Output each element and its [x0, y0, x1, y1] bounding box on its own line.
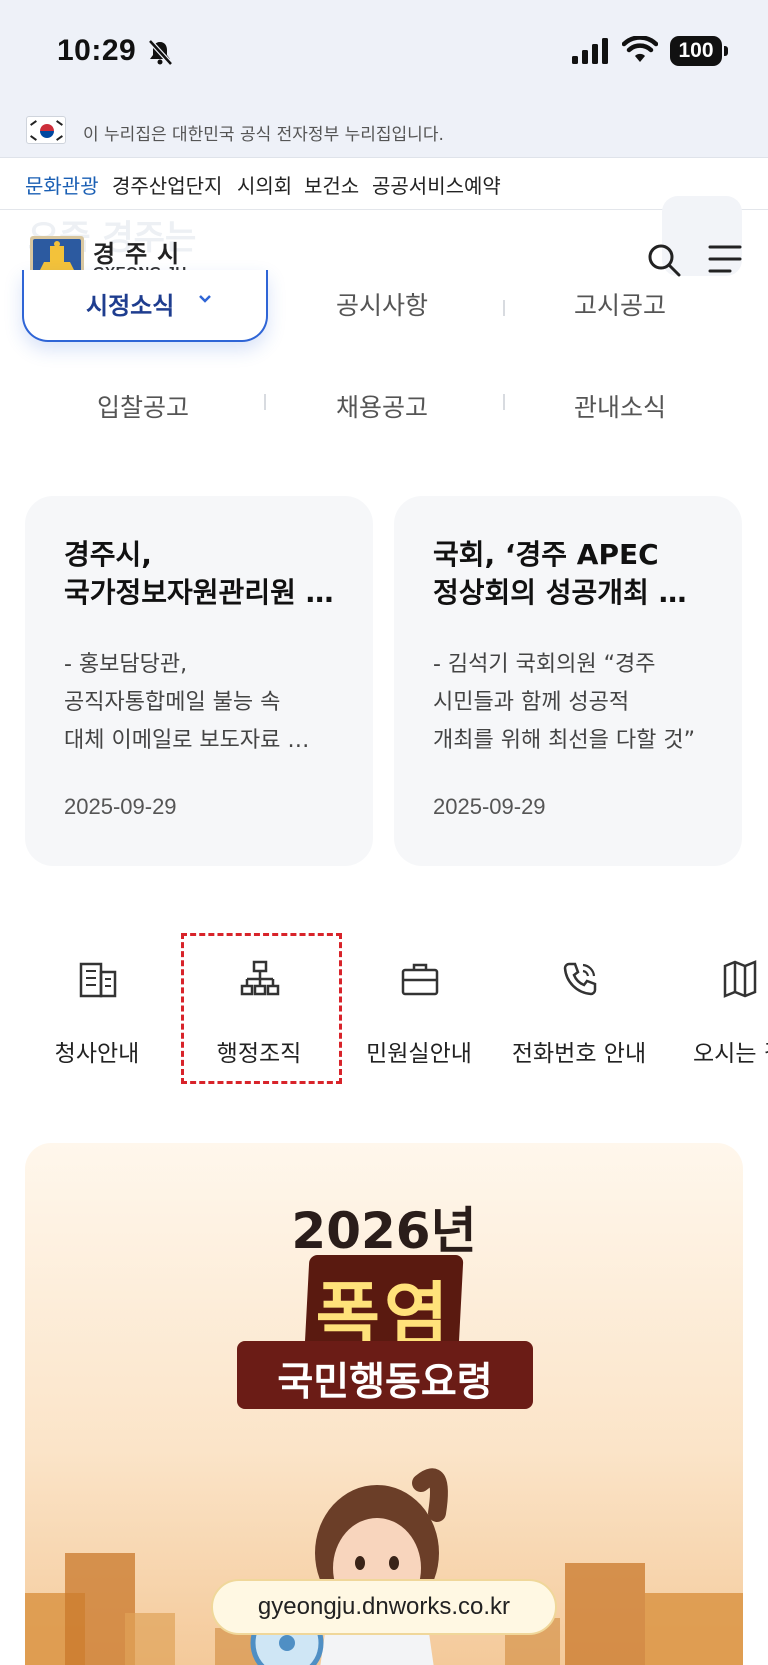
chevron-down-icon: [199, 295, 211, 303]
menu-item-label: 청사안내: [54, 1041, 140, 1067]
annotation-highlight-box: [181, 933, 342, 1084]
hamburger-menu-icon[interactable]: [706, 243, 742, 275]
gov-official-banner: 이 누리집은 대한민국 공식 전자정부 누리집입니다.: [0, 106, 768, 158]
promo-url-badge: gyeongju.dnworks.co.kr: [211, 1579, 557, 1635]
menu-item-phone-directory[interactable]: 전화번호 안내: [504, 930, 654, 1090]
wifi-icon: [622, 36, 658, 62]
map-icon: [723, 960, 757, 998]
cellular-signal-icon: [572, 38, 608, 64]
battery-level: 100: [670, 36, 722, 66]
top-quick-links: 문화관광 경주산업단지 시의회 보건소 공공서비스예약: [0, 158, 768, 210]
heatwave-promo-banner[interactable]: 2026년 폭염 국민행동요령 gyeongju.dnworks.co.kr: [25, 1143, 743, 1665]
tab-city-news[interactable]: 시정소식: [22, 270, 268, 342]
menu-item-label: 오시는 길: [693, 1041, 768, 1067]
menu-item-label: 전화번호 안내: [511, 1041, 647, 1067]
quick-link-culture-tourism[interactable]: 문화관광: [25, 170, 99, 199]
battery-icon: 100: [670, 36, 728, 66]
search-icon[interactable]: [647, 243, 681, 277]
promo-year: 2026년: [291, 1202, 477, 1260]
status-bar: 10:29 100: [0, 0, 768, 106]
quick-menu-row: 청사안내 행정조직 민원실안내 전화번호 안내 오시는: [0, 930, 768, 1090]
tab-bidding[interactable]: 입찰공고: [97, 388, 189, 424]
tab-city-news-label: 시정소식: [86, 292, 175, 320]
news-card[interactable]: 국회, ‘경주 APEC 정상회의 성공개최 결의안’ - 김석기 국회의원 “…: [394, 496, 742, 866]
news-card-title: 국회, ‘경주 APEC 정상회의 성공개최 결의안’: [433, 538, 703, 609]
bell-off-icon: [148, 39, 173, 66]
menu-item-label: 민원실안내: [366, 1041, 472, 1067]
promo-subtitle: 국민행동요령: [277, 1360, 493, 1405]
tab-announcements[interactable]: 공시사항: [336, 286, 428, 322]
news-card-summary: - 김석기 국회의원 “경주 시민들과 함께 성공적 개최를 위해 최선을 다할…: [433, 652, 695, 753]
status-time: 10:29: [57, 34, 137, 67]
briefcase-icon: [401, 963, 439, 996]
gov-banner-text: 이 누리집은 대한민국 공식 전자정부 누리집입니다.: [83, 125, 444, 145]
news-card-title: 경주시, 국가정보자원관리원 화재: [64, 538, 334, 609]
menu-item-directions[interactable]: 오시는 길: [664, 930, 768, 1090]
menu-item-civil-service-office[interactable]: 민원실안내: [344, 930, 494, 1090]
news-card-date: 2025-09-29: [64, 794, 177, 819]
quick-link-industrial-complex[interactable]: 경주산업단지: [112, 170, 222, 199]
news-category-tabs: 시정소식 공시사항 고시공고 입찰공고 채용공고 관내소식: [0, 270, 768, 440]
phone-icon: [563, 962, 597, 996]
tab-local-news[interactable]: 관내소식: [574, 388, 666, 424]
quick-link-city-council[interactable]: 시의회: [237, 170, 292, 199]
news-card-date: 2025-09-29: [433, 794, 546, 819]
tab-recruitment[interactable]: 채용공고: [336, 388, 428, 424]
quick-link-public-service-booking[interactable]: 공공서비스예약: [372, 170, 501, 199]
news-card-summary: - 홍보담당관, 공직자통합메일 불능 속 대체 이메일로 보도자료 배포: [64, 652, 326, 753]
tab-public-notice[interactable]: 고시공고: [574, 286, 666, 322]
menu-item-city-hall-guide[interactable]: 청사안내: [22, 930, 172, 1090]
news-card[interactable]: 경주시, 국가정보자원관리원 화재 - 홍보담당관, 공직자통합메일 불능 속 …: [25, 496, 373, 866]
quick-link-health-center[interactable]: 보건소: [304, 170, 359, 199]
korean-flag-icon: [26, 116, 66, 144]
building-icon: [79, 962, 117, 998]
